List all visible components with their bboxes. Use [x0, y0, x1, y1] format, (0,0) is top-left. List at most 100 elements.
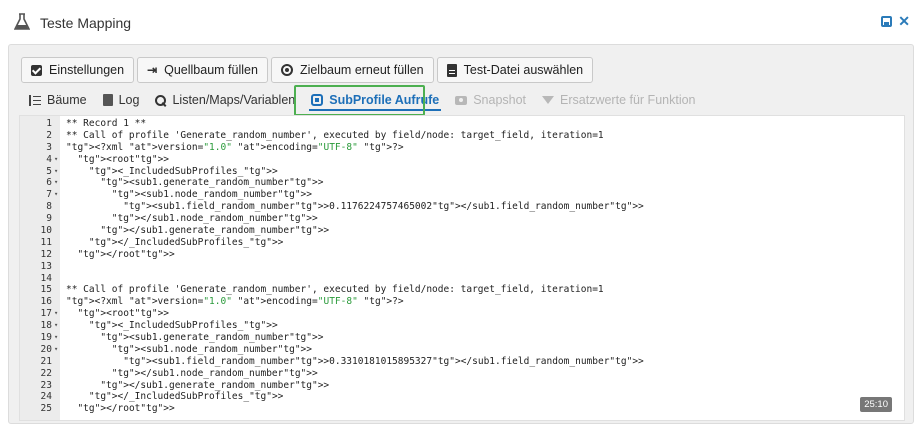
- search-icon: [155, 94, 167, 106]
- code-text: "tg"><_IncludedSubProfiles_"tg">>: [88, 165, 278, 177]
- line-number: 10: [40, 225, 52, 237]
- code-text: "tg"></root"tg">>: [77, 403, 175, 415]
- code-text: "tg"><sub1.generate_random_number"tg">>: [100, 177, 324, 189]
- code-line: 23 "tg"></sub1.generate_random_number"tg…: [20, 380, 644, 392]
- fold-toggle-icon[interactable]: ▾: [54, 308, 62, 320]
- camera-icon: [455, 95, 468, 105]
- line-number: 19: [40, 332, 52, 344]
- main-panel: Einstellungen ⇥ Quellbaum füllen Zielbau…: [8, 44, 914, 424]
- line-number: 13: [40, 260, 52, 272]
- code-text: "tg"><sub1.node_random_number"tg">>: [111, 343, 312, 355]
- code-line: 9 "tg"></sub1.node_random_number"tg">>: [20, 213, 644, 225]
- code-text: "tg"></root"tg">>: [77, 248, 175, 260]
- fold-toggle-icon: [54, 142, 62, 154]
- tab-trees-label: Bäume: [47, 93, 87, 107]
- fold-toggle-icon[interactable]: ▾: [54, 166, 62, 178]
- active-tab-highlight: [294, 85, 425, 116]
- code-line: 1 ** Record 1 **: [20, 118, 644, 130]
- fold-toggle-icon: [54, 273, 62, 285]
- tab-trees[interactable]: Bäume: [21, 87, 95, 113]
- restore-icon[interactable]: [881, 16, 893, 27]
- file-icon: [446, 63, 457, 77]
- code-text: "tg"><sub1.node_random_number"tg">>: [111, 189, 312, 201]
- line-number: 20: [40, 343, 52, 355]
- fold-toggle-icon: [54, 368, 62, 380]
- code-text: "tg"><?xml "at">version="1.0" "at">encod…: [66, 296, 404, 308]
- line-number: 7: [46, 189, 52, 201]
- fold-toggle-icon[interactable]: ▾: [54, 344, 62, 356]
- line-number: 23: [40, 379, 52, 391]
- line-number: 9: [46, 213, 52, 225]
- code-line: 17 ▾ "tg"><root"tg">>: [20, 308, 644, 320]
- code-line: 16 "tg"><?xml "at">version="1.0" "at">enc…: [20, 296, 644, 308]
- fold-toggle-icon: [54, 391, 62, 403]
- code-line: 18 ▾ "tg"><_IncludedSubProfiles_"tg">>: [20, 320, 644, 332]
- line-number: 18: [40, 320, 52, 332]
- line-number: 12: [40, 248, 52, 260]
- tab-snapshot[interactable]: Snapshot: [447, 87, 534, 113]
- code-text: "tg"><sub1.generate_random_number"tg">>: [100, 332, 324, 344]
- code-text: "tg"><root"tg">>: [77, 308, 170, 320]
- code-editor[interactable]: 1 ** Record 1 ** 2 ** Call of profile 'Gene…: [19, 115, 905, 421]
- code-line: 12 "tg"></root"tg">>: [20, 249, 644, 261]
- select-test-file-label: Test-Datei auswählen: [463, 63, 584, 77]
- line-number: 4: [46, 153, 52, 165]
- sign-in-icon: ⇥: [147, 63, 158, 77]
- code-line: 7 ▾ "tg"><sub1.node_random_number"tg">>: [20, 189, 644, 201]
- fold-toggle-icon: [54, 261, 62, 273]
- code-line: 21 "tg"><sub1.field_random_number"tg">>0…: [20, 356, 644, 368]
- code-line: 8 "tg"><sub1.field_random_number"tg">>0.…: [20, 201, 644, 213]
- close-icon[interactable]: ✕: [898, 14, 910, 28]
- code-line: 6 ▾ "tg"><sub1.generate_random_number"tg"…: [20, 177, 644, 189]
- code-text: ** Record 1 **: [66, 118, 147, 129]
- fill-source-tree-button[interactable]: ⇥ Quellbaum füllen: [137, 57, 268, 83]
- code-lines: 1 ** Record 1 ** 2 ** Call of profile 'Gene…: [20, 118, 644, 415]
- settings-button-label: Einstellungen: [49, 63, 125, 77]
- code-text: "tg"></_IncludedSubProfiles_"tg">>: [88, 236, 284, 248]
- fold-toggle-icon: [54, 249, 62, 261]
- fold-toggle-icon: [54, 403, 62, 415]
- refill-target-tree-button[interactable]: Zielbaum erneut füllen: [270, 57, 434, 83]
- line-number: 11: [40, 236, 52, 248]
- window-controls: ✕: [881, 14, 910, 28]
- settings-button[interactable]: Einstellungen: [21, 57, 135, 83]
- select-test-file-button[interactable]: Test-Datei auswählen: [436, 57, 594, 83]
- fold-toggle-icon: [54, 296, 62, 308]
- toolbar: Einstellungen ⇥ Quellbaum füllen Zielbau…: [21, 57, 594, 83]
- line-number: 21: [40, 355, 52, 367]
- fold-toggle-icon[interactable]: ▾: [54, 177, 62, 189]
- code-text: "tg"><sub1.field_random_number"tg">>0.33…: [123, 355, 644, 367]
- fold-toggle-icon: [54, 201, 62, 213]
- code-line: 19 ▾ "tg"><sub1.generate_random_number"tg…: [20, 332, 644, 344]
- line-number: 3: [46, 141, 52, 153]
- cursor-position-badge: 25:10: [860, 397, 892, 412]
- fold-toggle-icon[interactable]: ▾: [54, 332, 62, 344]
- line-number: 2: [46, 129, 52, 141]
- tab-replacement-values[interactable]: Ersatzwerte für Funktion: [534, 87, 703, 113]
- fold-toggle-icon: [54, 284, 62, 296]
- document-icon: [102, 94, 113, 106]
- line-number: 17: [40, 308, 52, 320]
- code-line: 4 ▾ "tg"><root"tg">>: [20, 154, 644, 166]
- line-number: 14: [40, 272, 52, 284]
- code-text: "tg"></sub1.generate_random_number"tg">>: [100, 225, 330, 237]
- line-number: 22: [40, 367, 52, 379]
- fold-toggle-icon: [54, 118, 62, 130]
- fold-toggle-icon: [54, 225, 62, 237]
- code-line: 5 ▾ "tg"><_IncludedSubProfiles_"tg">>: [20, 166, 644, 178]
- line-number: 8: [46, 201, 52, 213]
- tab-lists-maps-variables[interactable]: Listen/Maps/Variablen: [147, 87, 303, 113]
- tree-icon: [29, 94, 41, 106]
- fold-toggle-icon[interactable]: ▾: [54, 189, 62, 201]
- code-text: "tg"></sub1.node_random_number"tg">>: [111, 367, 318, 379]
- code-text: "tg"><_IncludedSubProfiles_"tg">>: [88, 320, 278, 332]
- code-text: "tg"></sub1.generate_random_number"tg">>: [100, 379, 330, 391]
- code-text: ** Call of profile 'Generate_random_numb…: [66, 284, 604, 296]
- line-number: 25: [40, 403, 52, 415]
- fold-toggle-icon: [54, 130, 62, 142]
- fold-toggle-icon[interactable]: ▾: [54, 320, 62, 332]
- fold-toggle-icon[interactable]: ▾: [54, 154, 62, 166]
- tab-log[interactable]: Log: [95, 87, 148, 113]
